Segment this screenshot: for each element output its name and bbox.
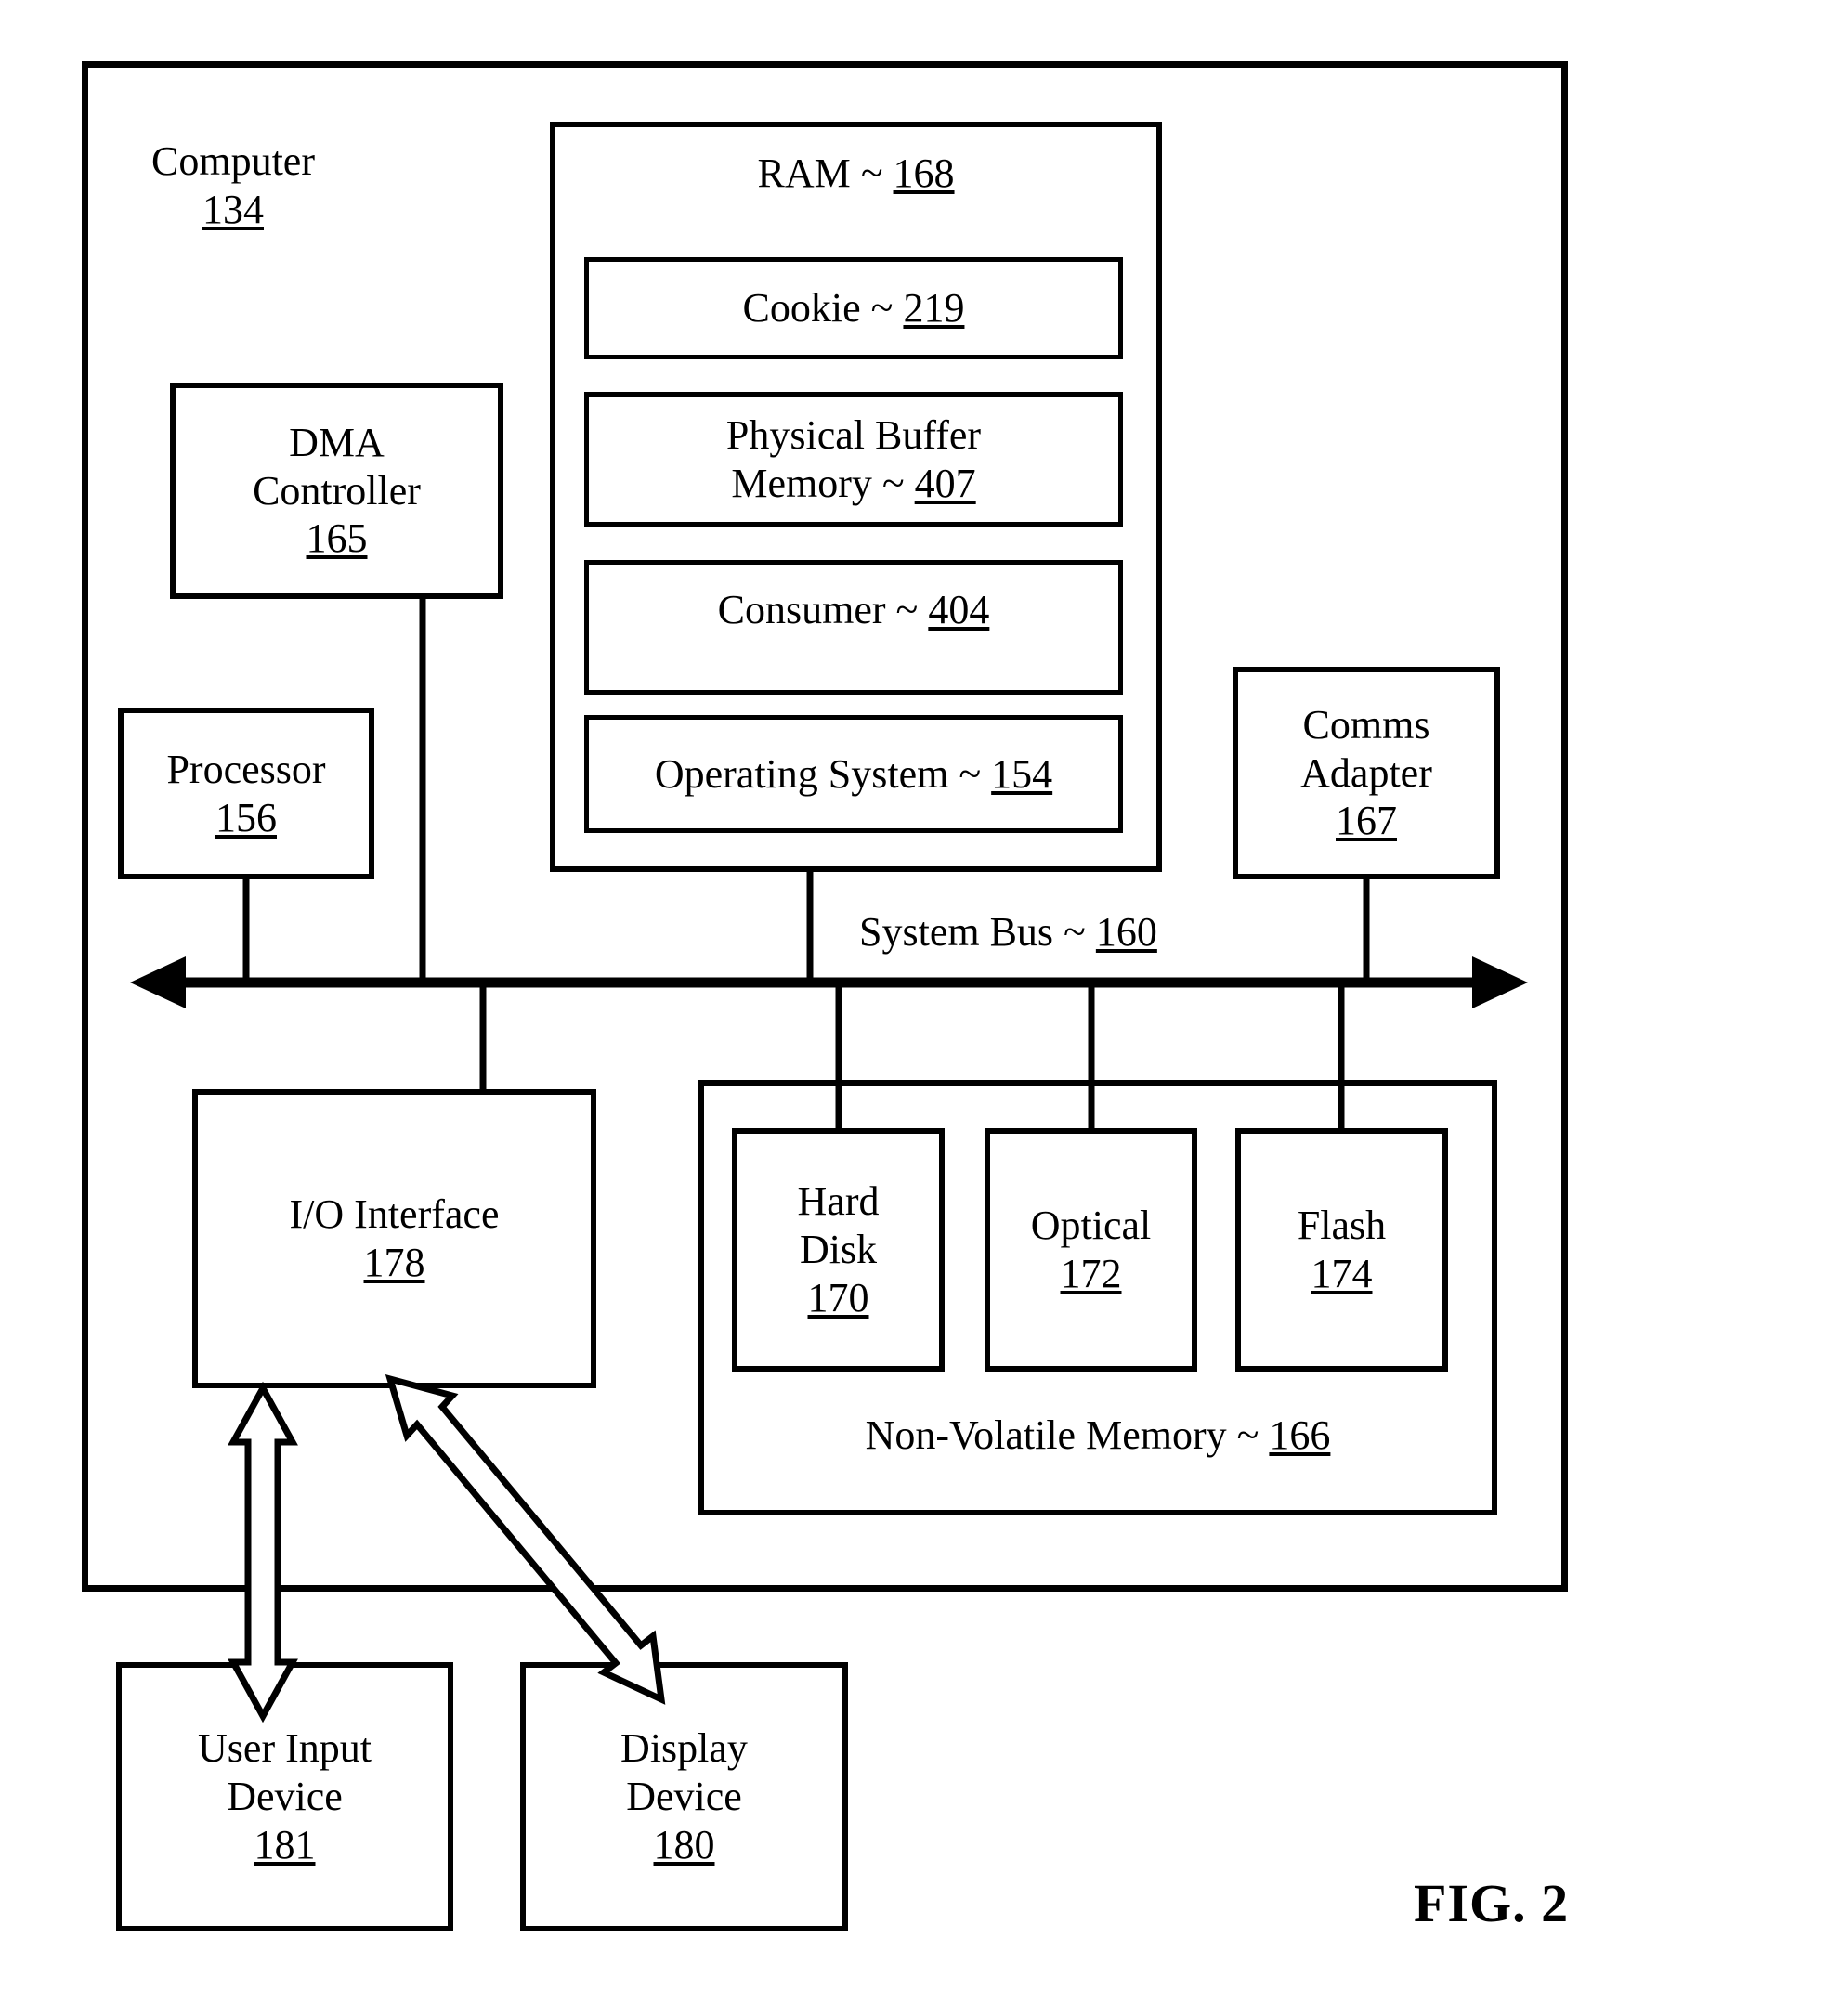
nvm-text: Non-Volatile Memory ~ — [865, 1412, 1270, 1459]
display-device-box: Display Device 180 — [520, 1662, 848, 1931]
cookie-label: Cookie ~ — [742, 285, 904, 332]
figure-number: FIG. 2 — [1414, 1873, 1570, 1933]
optical-box: Optical 172 — [985, 1128, 1197, 1372]
flash-box: Flash 174 — [1235, 1128, 1448, 1372]
ram-title: RAM ~ 168 — [757, 150, 954, 198]
flash-line1: Flash — [1297, 1203, 1387, 1249]
comms-line1: Comms — [1302, 701, 1430, 748]
ram-item-consumer: Consumer ~ 404 — [584, 560, 1123, 695]
ram-item-operating-system: Operating System ~ 154 — [584, 715, 1123, 833]
dma-line2: Controller — [253, 467, 421, 514]
ram-item-physical-buffer-memory: Physical Buffer Memory ~ 407 — [584, 392, 1123, 527]
ram-item-cookie: Cookie ~ 219 — [584, 257, 1123, 359]
nvm-label: Non-Volatile Memory ~ 166 — [866, 1411, 1331, 1460]
display-ref: 180 — [653, 1821, 715, 1867]
dma-controller-box: DMA Controller 165 — [170, 383, 503, 599]
processor-box: Processor 156 — [118, 708, 374, 879]
comms-adapter-box: Comms Adapter 167 — [1233, 667, 1500, 879]
nvm-ref: 166 — [1269, 1412, 1331, 1459]
cookie-ref: 219 — [903, 285, 965, 332]
comms-ref: 167 — [1336, 798, 1397, 844]
comms-line2: Adapter — [1300, 749, 1432, 796]
dma-ref: 165 — [306, 515, 368, 562]
ram-title-text: RAM ~ — [757, 150, 894, 196]
io-line1: I/O Interface — [289, 1191, 500, 1238]
system-bus-label: System Bus ~ 160 — [859, 908, 1157, 956]
consumer-label: Consumer ~ — [717, 586, 929, 632]
physical-buffer-line1: Physical Buffer — [725, 411, 982, 458]
user-input-ref: 181 — [254, 1821, 316, 1867]
physical-buffer-line2: Memory ~ — [731, 460, 915, 506]
operating-system-ref: 154 — [991, 750, 1053, 797]
ram-title-ref: 168 — [893, 150, 955, 196]
system-bus-text: System Bus ~ — [859, 909, 1096, 955]
hard-disk-line1: Hard — [797, 1178, 880, 1225]
dma-line1: DMA — [289, 419, 385, 465]
system-bus-ref: 160 — [1095, 909, 1157, 955]
optical-line1: Optical — [1030, 1203, 1152, 1249]
display-line1: Display — [620, 1725, 748, 1772]
hard-disk-line2: Disk — [799, 1227, 878, 1273]
io-ref: 178 — [363, 1240, 425, 1285]
hard-disk-ref: 170 — [807, 1274, 869, 1320]
figure-canvas: Computer 134 RAM ~ 168 Cookie ~ 219 Phys… — [0, 0, 1840, 2016]
computer-label-ref: 134 — [202, 186, 264, 232]
flash-ref: 174 — [1311, 1251, 1373, 1296]
computer-label-name: Computer — [151, 138, 315, 184]
user-input-line1: User Input — [198, 1725, 372, 1772]
operating-system-label: Operating System ~ — [654, 750, 992, 797]
user-input-line2: Device — [227, 1774, 343, 1820]
optical-ref: 172 — [1060, 1251, 1122, 1296]
processor-line1: Processor — [166, 746, 326, 792]
physical-buffer-ref: 407 — [914, 460, 976, 506]
hard-disk-box: Hard Disk 170 — [732, 1128, 945, 1372]
io-interface-box: I/O Interface 178 — [192, 1089, 596, 1388]
display-line2: Device — [626, 1774, 742, 1820]
consumer-ref: 404 — [928, 586, 990, 632]
processor-ref: 156 — [215, 794, 277, 840]
computer-label: Computer 134 — [108, 137, 359, 234]
user-input-device-box: User Input Device 181 — [116, 1662, 453, 1931]
